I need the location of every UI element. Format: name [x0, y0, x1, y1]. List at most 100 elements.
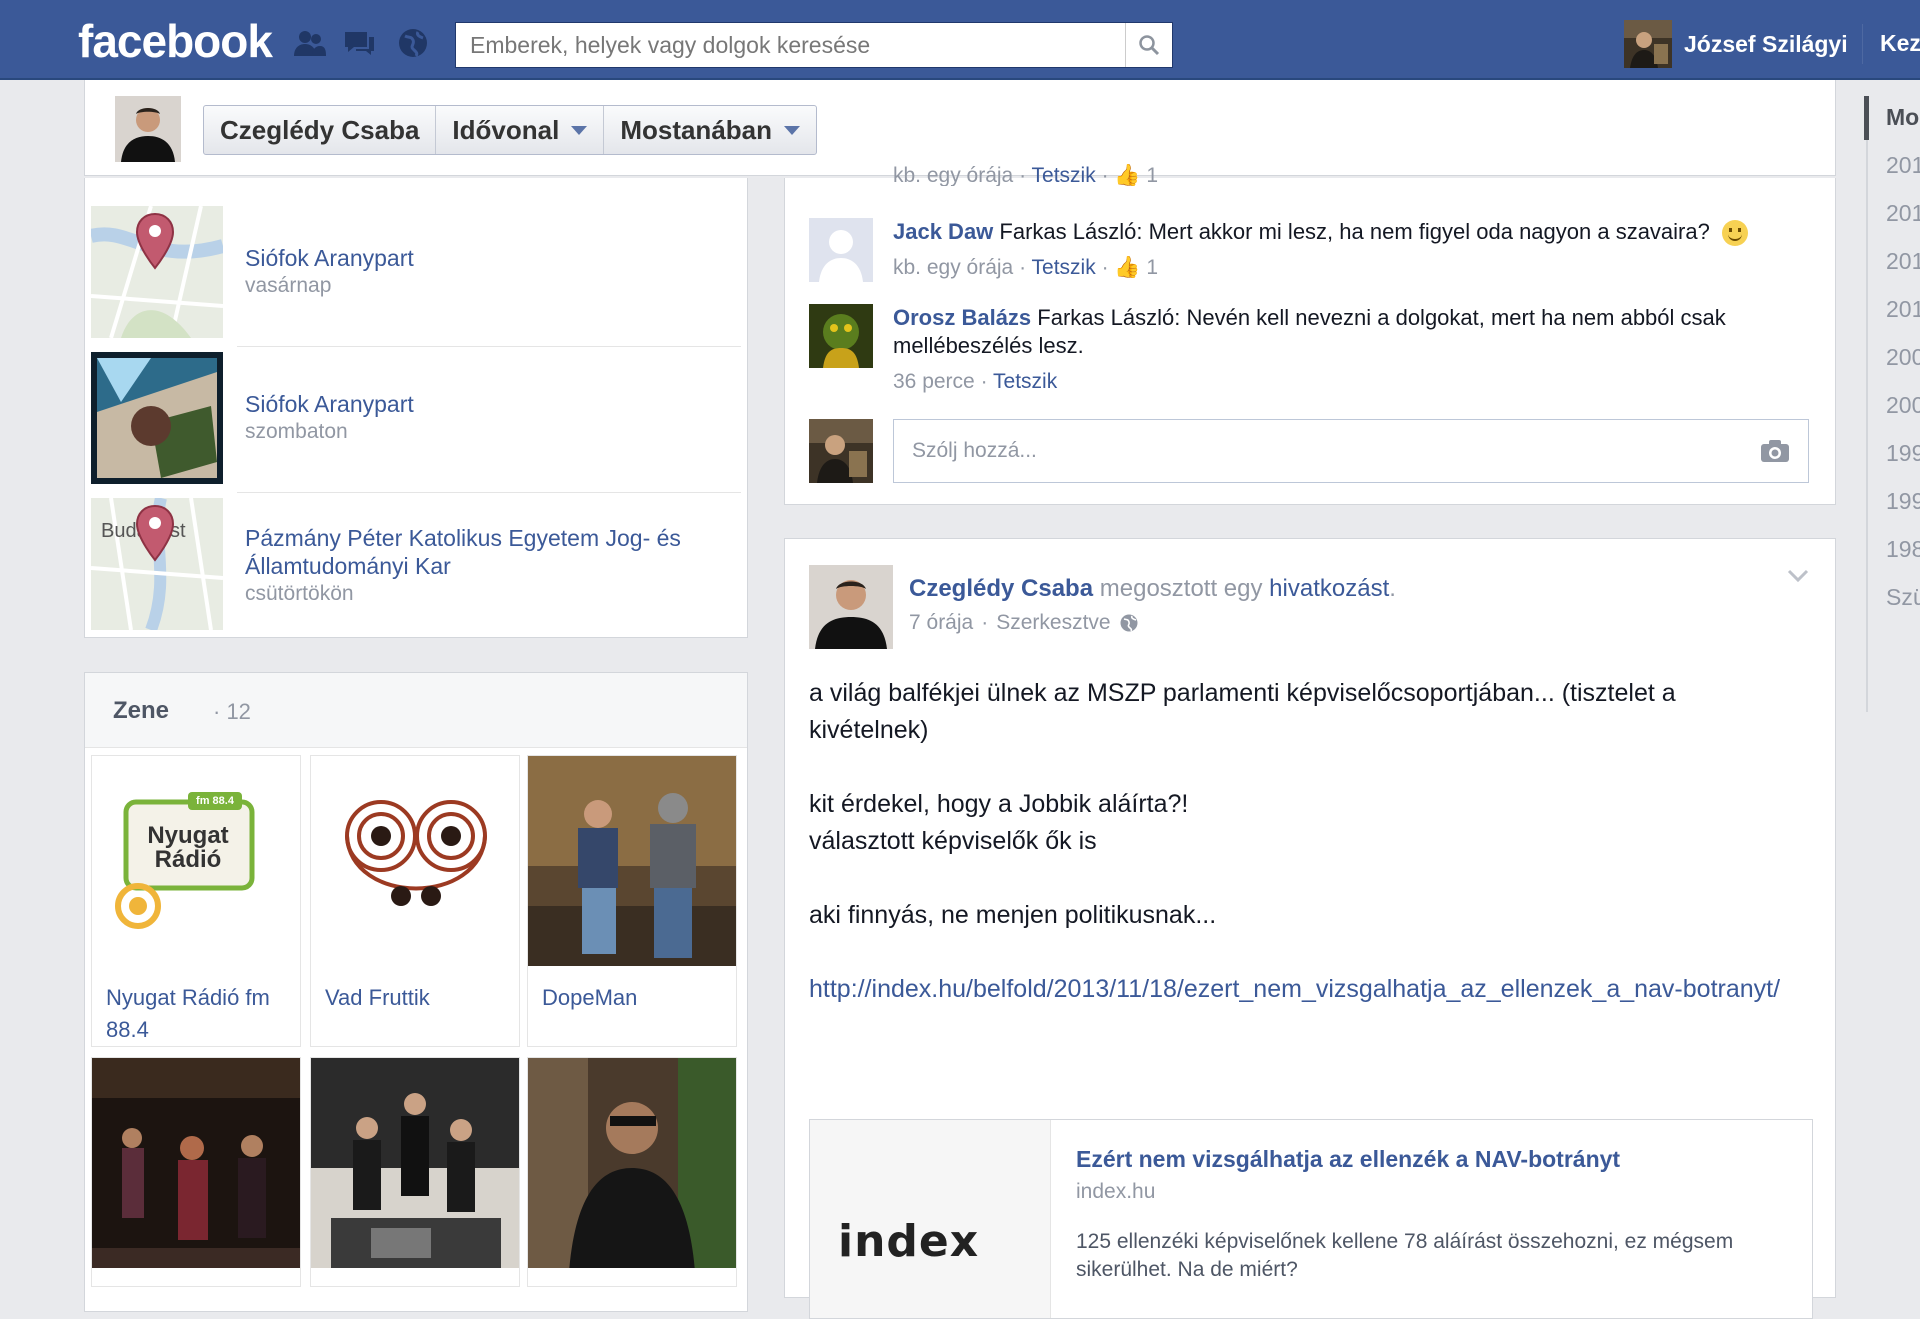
year-item[interactable]: 198	[1886, 536, 1920, 563]
year-item[interactable]: 201	[1886, 248, 1920, 275]
music-header: Zene · 12	[85, 673, 747, 748]
shared-link-label[interactable]: hivatkozást	[1269, 575, 1389, 602]
year-item[interactable]: 201	[1886, 152, 1920, 179]
link-preview[interactable]: index Ezért nem vizsgálhatja az ellenzék…	[809, 1119, 1813, 1319]
top-bar: facebook József Szilágyi Kez	[0, 0, 1920, 80]
timeline-nav: Czeglédy Csaba Idővonal Mostanában	[203, 105, 817, 155]
user-avatar	[1624, 20, 1672, 68]
post-url-link[interactable]: http://index.hu/belfold/2013/11/18/ezert…	[809, 975, 1780, 1003]
post-time[interactable]: 7 órája	[909, 611, 973, 635]
comment-body: Jack Daw Farkas László: Mert akkor mi le…	[893, 218, 1793, 282]
comment-meta: kb. egy órája · Tetszik · 👍 1	[893, 256, 1159, 280]
comment-body: Orosz Balázs Farkas László: Nevén kell n…	[893, 304, 1793, 396]
messages-icon[interactable]	[342, 26, 376, 60]
post-meta: 7 órája · Szerkesztve	[909, 611, 1139, 635]
music-tile[interactable]: Vad Fruttik	[310, 755, 520, 1047]
like-link[interactable]: Tetszik	[1032, 164, 1096, 186]
radio-logo-text: Nyugat Rádió	[147, 822, 229, 873]
link-preview-domain: index.hu	[1076, 1180, 1156, 1203]
year-item[interactable]: 200	[1886, 392, 1920, 419]
place-time: vasárnap	[245, 274, 332, 297]
user-name: József Szilágyi	[1684, 30, 1848, 57]
music-tile-caption[interactable]: Nyugat Rádió fm 88.4	[106, 982, 296, 1046]
notifications-globe-icon[interactable]	[396, 26, 430, 60]
year-item-recent[interactable]: Mo	[1886, 104, 1919, 131]
tab-recent[interactable]: Mostanában	[604, 106, 816, 154]
comment-author[interactable]: Orosz Balázs	[893, 305, 1031, 330]
radio-logo: Nyugat Rádió fm 88.4	[92, 756, 300, 966]
place-title[interactable]: Pázmány Péter Katolikus Egyetem Jog- és …	[245, 524, 715, 580]
place-time: szombaton	[245, 420, 348, 443]
post-edited[interactable]: Szerkesztve	[996, 611, 1110, 635]
profile-link[interactable]: József Szilágyi	[1624, 20, 1848, 68]
place-title[interactable]: Siófok Aranypart	[245, 390, 715, 418]
like-count: 1	[1146, 256, 1159, 280]
music-tile[interactable]	[310, 1057, 520, 1287]
facebook-logo[interactable]: facebook	[78, 14, 273, 68]
search-button[interactable]	[1125, 23, 1172, 67]
current-user-avatar	[809, 419, 873, 483]
post-options-chevron-icon[interactable]	[1787, 569, 1809, 588]
friend-requests-icon[interactable]	[292, 26, 326, 60]
year-rail-line	[1866, 140, 1868, 712]
post-paragraph: aki finnyás, ne menjen politikusnak...	[809, 901, 1217, 929]
home-link[interactable]: Kez	[1880, 30, 1920, 57]
timeline-header: Czeglédy Csaba Idővonal Mostanában	[84, 80, 1836, 176]
place-item[interactable]: Siófok Aranypart szombaton	[91, 352, 737, 488]
post-paragraph: kit érdekel, hogy a Jobbik aláírta?! vál…	[809, 790, 1189, 855]
commenter-avatar[interactable]	[809, 304, 873, 368]
band-logo	[311, 756, 519, 966]
music-tile-caption[interactable]: DopeMan	[542, 982, 732, 1014]
divider	[237, 346, 741, 347]
search-icon	[1139, 35, 1160, 56]
like-link[interactable]: Tetszik	[1032, 256, 1096, 279]
comment-composer	[893, 419, 1809, 483]
music-tile[interactable]	[527, 1057, 737, 1287]
music-count: · 12	[213, 699, 251, 724]
globe-icon[interactable]	[1119, 613, 1139, 633]
comments-card: kb. egy órája · Tetszik · 👍 1 Jack Daw F…	[784, 164, 1836, 505]
year-active-indicator	[1864, 96, 1869, 140]
year-item[interactable]: 199	[1886, 440, 1920, 467]
post-card: Czeglédy Csaba megosztott egy hivatkozás…	[784, 538, 1836, 1319]
tab-timeline[interactable]: Idővonal	[436, 106, 605, 154]
band-photo	[311, 1058, 519, 1268]
places-card: Siófok Aranypart vasárnap Siófok Aranypa…	[84, 178, 748, 638]
post-author[interactable]: Czeglédy Csaba	[909, 575, 1093, 602]
music-tile[interactable]	[91, 1057, 301, 1287]
search-input[interactable]	[456, 23, 1126, 67]
music-tile-caption[interactable]: Vad Fruttik	[325, 982, 515, 1014]
place-item[interactable]: Budapest Pázmány Péter Katolikus Egyetem…	[91, 498, 737, 634]
default-avatar[interactable]	[809, 218, 873, 282]
comment-meta: 36 perce · Tetszik	[893, 370, 1058, 393]
link-preview-thumbnail: index	[810, 1120, 1051, 1318]
tab-profile-name[interactable]: Czeglédy Csaba	[204, 106, 437, 154]
year-item[interactable]: 201	[1886, 296, 1920, 323]
comment-input[interactable]	[894, 420, 1744, 482]
year-item-born[interactable]: Szü	[1886, 584, 1920, 611]
music-tile[interactable]: DopeMan	[527, 755, 737, 1047]
link-preview-title[interactable]: Ezért nem vizsgálhatja az ellenzék a NAV…	[1076, 1146, 1620, 1173]
comment-author[interactable]: Jack Daw	[893, 219, 993, 244]
map-thumbnail	[91, 206, 223, 338]
comment-meta-partial: kb. egy órája · Tetszik · 👍 1	[893, 164, 1159, 186]
photo-thumbnail	[91, 352, 223, 484]
year-item[interactable]: 199	[1886, 488, 1920, 515]
like-link[interactable]: Tetszik	[993, 370, 1057, 393]
place-title[interactable]: Siófok Aranypart	[245, 244, 715, 272]
profile-thumbnail[interactable]	[115, 96, 181, 162]
music-tile[interactable]: Nyugat Rádió fm 88.4 Nyugat Rádió fm 88.…	[91, 755, 301, 1047]
artist-photo	[92, 1058, 300, 1268]
year-item[interactable]: 201	[1886, 200, 1920, 227]
camera-icon[interactable]	[1760, 439, 1790, 463]
place-item[interactable]: Siófok Aranypart vasárnap	[91, 206, 737, 342]
artist-photo	[528, 1058, 736, 1268]
smiley-icon	[1721, 220, 1748, 247]
year-item[interactable]: 200	[1886, 344, 1920, 371]
like-count-icon: 👍	[1114, 164, 1141, 186]
post-header: Czeglédy Csaba megosztott egy hivatkozás…	[909, 575, 1396, 602]
comment-text: Farkas László: Mert akkor mi lesz, ha ne…	[999, 219, 1710, 244]
music-title[interactable]: Zene	[113, 697, 169, 725]
chevron-down-icon	[571, 125, 588, 135]
post-author-avatar[interactable]	[809, 565, 893, 649]
